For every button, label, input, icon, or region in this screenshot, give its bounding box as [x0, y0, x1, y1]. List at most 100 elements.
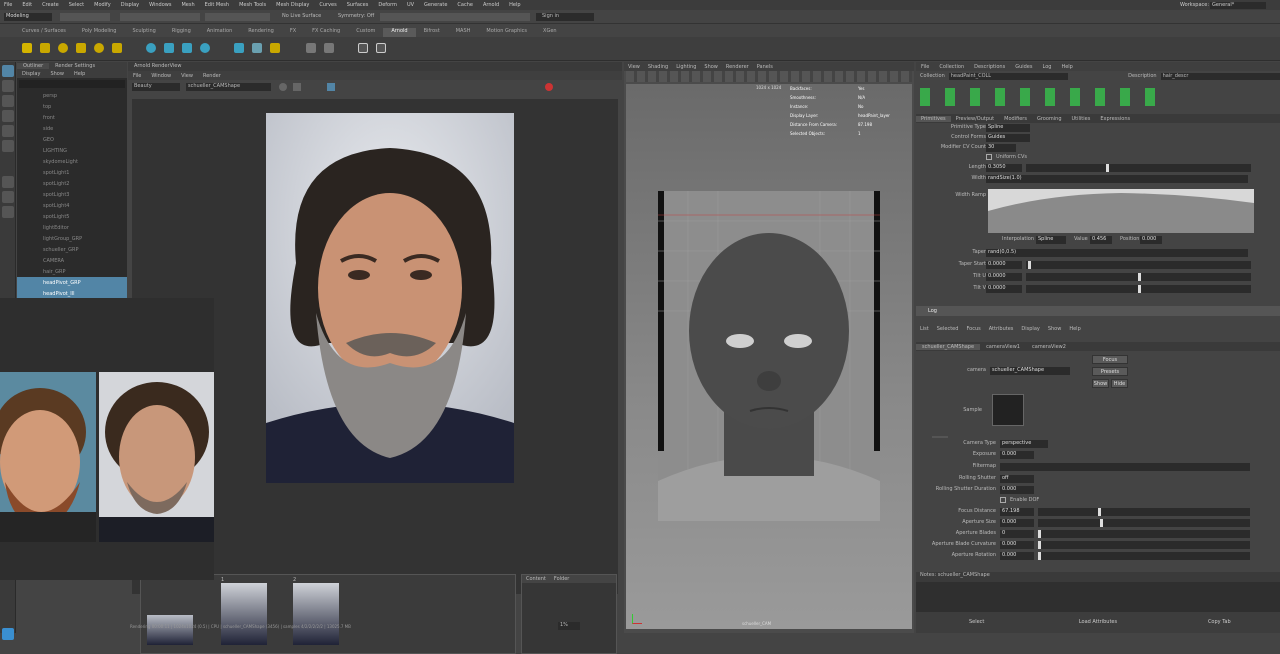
menu-select[interactable]: Select — [69, 2, 84, 8]
rv-menu-view[interactable]: View — [176, 73, 198, 79]
shelf-tab-custom[interactable]: Custom — [348, 28, 383, 37]
presets-button[interactable]: Presets — [1092, 367, 1128, 376]
tab-primitives[interactable]: Primitives — [916, 115, 951, 122]
enable-dof-checkbox[interactable] — [1000, 497, 1006, 503]
camera-name-field[interactable]: schueller_CAMShape — [990, 367, 1070, 375]
width-ramp-graph[interactable] — [988, 189, 1254, 233]
outliner-item[interactable]: persp — [17, 90, 127, 101]
aperture-rotation-slider[interactable] — [1038, 552, 1250, 560]
rv-menu-window[interactable]: Window — [146, 73, 176, 79]
outliner-menu-show[interactable]: Show — [45, 71, 69, 77]
ae-lower-menu-selected[interactable]: Selected — [933, 326, 963, 332]
focus-distance-slider[interactable] — [1038, 508, 1250, 516]
play-icon[interactable] — [376, 43, 386, 53]
vp-menu-shading[interactable]: Shading — [644, 64, 672, 70]
region-icon[interactable] — [293, 83, 301, 91]
shelf-tab-mash[interactable]: MASH — [448, 28, 479, 37]
shelf-tab-poly[interactable]: Poly Modeling — [74, 28, 125, 37]
ae-lower-menu-show[interactable]: Show — [1044, 326, 1066, 332]
aperture-blades-field[interactable]: 0 — [1000, 530, 1034, 538]
camera-select[interactable]: schueller_CAMShape — [186, 83, 271, 91]
menu-uv[interactable]: UV — [407, 2, 414, 8]
menu-edit-mesh[interactable]: Edit Mesh — [205, 2, 229, 8]
rolling-duration-field[interactable]: 0.000 — [1000, 486, 1034, 494]
snap-tools[interactable] — [205, 13, 270, 21]
ae-menu-guides[interactable]: Guides — [1010, 64, 1037, 70]
ae-menu-log[interactable]: Log — [1038, 64, 1057, 70]
tilt-v-slider[interactable] — [1026, 285, 1251, 293]
blade-curvature-field[interactable]: 0.000 — [1000, 541, 1034, 549]
tilt-u-field[interactable]: 0.0000 — [986, 273, 1022, 281]
aov-select[interactable]: Beauty — [132, 83, 180, 91]
menu-edit[interactable]: Edit — [22, 2, 32, 8]
filtermap-field[interactable] — [1000, 463, 1250, 471]
skydome-icon[interactable] — [94, 43, 104, 53]
value-field[interactable]: 0.456 — [1090, 236, 1112, 244]
move-tool-icon[interactable] — [2, 110, 14, 122]
tab-render-settings[interactable]: Render Settings — [49, 63, 101, 69]
light-icon[interactable] — [40, 43, 50, 53]
control-forms-select[interactable]: Guides — [986, 134, 1030, 142]
exposure-field[interactable]: 0.000 — [1000, 451, 1034, 459]
ae-lower-menu-focus[interactable]: Focus — [962, 326, 984, 332]
ae-menu-descriptions[interactable]: Descriptions — [969, 64, 1010, 70]
stop-render-icon[interactable] — [545, 83, 553, 91]
hide-button[interactable]: Hide — [1111, 379, 1128, 388]
zoom-field[interactable]: 1% — [558, 622, 580, 630]
tab-grooming[interactable]: Grooming — [1032, 116, 1067, 122]
snapshot-thumbnail[interactable] — [221, 583, 267, 645]
outliner-item[interactable]: spotLight3 — [17, 189, 127, 200]
focus-distance-field[interactable]: 67.198 — [1000, 508, 1034, 516]
camera-type-select[interactable]: perspective — [1000, 440, 1048, 448]
outliner-item[interactable]: top — [17, 101, 127, 112]
log-section-header[interactable]: Log — [916, 306, 1280, 316]
refresh-icon[interactable] — [279, 83, 287, 91]
xgen-tool-icons[interactable] — [920, 88, 1170, 106]
render-icon[interactable] — [22, 43, 32, 53]
vp-menu-panels[interactable]: Panels — [753, 64, 777, 70]
layout-single-icon[interactable] — [2, 176, 14, 188]
interpolation-select[interactable]: Spline — [1036, 236, 1066, 244]
shelf-tab-motion-graphics[interactable]: Motion Graphics — [478, 28, 535, 37]
paint-tool-icon[interactable] — [2, 95, 14, 107]
outliner-item[interactable]: hair_GRP — [17, 266, 127, 277]
focus-button[interactable]: Focus — [1092, 355, 1128, 364]
outliner-item[interactable]: GEO — [17, 134, 127, 145]
menu-generate[interactable]: Generate — [424, 2, 447, 8]
3d-viewport[interactable]: 1024 x 1024 Backfaces: Yes Smoothness: N/A… — [626, 84, 912, 629]
outliner-item[interactable]: LIGHTING — [17, 145, 127, 156]
rolling-shutter-select[interactable]: off — [1000, 475, 1034, 483]
outliner-item[interactable]: schueller_GRP — [17, 244, 127, 255]
mesh-light-icon[interactable] — [76, 43, 86, 53]
menu-display[interactable]: Display — [121, 2, 139, 8]
outliner-menu-help[interactable]: Help — [69, 71, 90, 77]
modifier-cv-field[interactable]: 30 — [986, 144, 1016, 152]
display-icon[interactable] — [327, 83, 335, 91]
file-tools[interactable] — [60, 13, 110, 21]
aperture-size-field[interactable]: 0.000 — [1000, 519, 1034, 527]
mode-select[interactable]: Modeling — [4, 13, 52, 21]
tab-folder[interactable]: Folder — [550, 576, 573, 582]
outliner-item[interactable]: lightGroup_GRP — [17, 233, 127, 244]
tab-camera-view1[interactable]: cameraView1 — [980, 344, 1026, 350]
layout-four-icon[interactable] — [2, 191, 14, 203]
area-light-icon[interactable] — [58, 43, 68, 53]
sign-in-button[interactable]: Sign in — [536, 13, 594, 21]
select-button[interactable]: Select — [916, 612, 1037, 633]
primitive-type-select[interactable]: Spline — [986, 124, 1030, 132]
ae-lower-menu-attributes[interactable]: Attributes — [985, 326, 1018, 332]
scene-icon[interactable] — [324, 43, 334, 53]
tab-expressions[interactable]: Expressions — [1095, 116, 1135, 122]
position-field[interactable]: 0.000 — [1140, 236, 1162, 244]
tab-camera-view2[interactable]: cameraView2 — [1026, 344, 1072, 350]
vp-menu-renderer[interactable]: Renderer — [722, 64, 753, 70]
menu-mesh-display[interactable]: Mesh Display — [276, 2, 309, 8]
cross-icon[interactable] — [270, 43, 280, 53]
workspace-select[interactable]: General* — [1210, 1, 1266, 9]
blade-curvature-slider[interactable] — [1038, 541, 1250, 549]
shelf-tab-arnold[interactable]: Arnold — [383, 28, 416, 37]
taper-start-field[interactable]: 0.0000 — [986, 261, 1022, 269]
shelf-tab-bifrost[interactable]: Bifrost — [416, 28, 448, 37]
tilt-v-field[interactable]: 0.0000 — [986, 285, 1022, 293]
ae-menu-file[interactable]: File — [916, 64, 934, 70]
